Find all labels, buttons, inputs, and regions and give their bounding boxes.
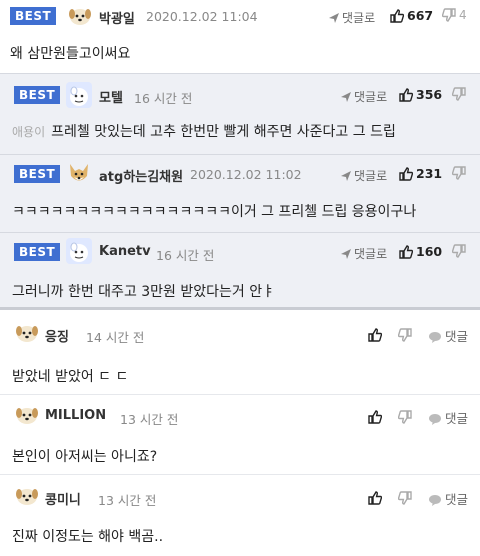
comment-prefix: 애용이 — [12, 125, 46, 139]
comment-nickname[interactable]: 콩미니 — [45, 489, 81, 508]
thumbs-up-icon — [368, 491, 383, 505]
comment-nickname[interactable]: Kanetv — [99, 244, 151, 259]
downvote-button[interactable] — [451, 244, 469, 258]
thumbs-up-icon — [399, 88, 414, 102]
divider — [0, 474, 480, 475]
speech-bubble-icon — [429, 414, 441, 425]
thumbs-down-icon — [451, 166, 466, 180]
thumbs-up-icon — [368, 328, 383, 342]
thumbs-down-icon — [451, 87, 466, 101]
upvote-button[interactable]: 356 — [399, 87, 442, 102]
upvote-button[interactable] — [368, 327, 383, 346]
thumbs-up-icon — [399, 245, 414, 259]
section-divider — [0, 307, 480, 310]
comment-nickname[interactable]: atg하는김채원 — [99, 166, 183, 185]
avatar-puppy-icon — [67, 3, 93, 29]
avatar-puppy-icon — [14, 320, 40, 346]
reply-to-comment-button[interactable]: 댓글로 — [340, 167, 387, 184]
upvote-count: 160 — [416, 244, 443, 259]
comment-text: 받았네 받았어 ㄷ ㄷ — [12, 369, 129, 385]
best-badge: BEST — [14, 165, 61, 183]
reply-label: 댓글로 — [342, 11, 376, 25]
comment-timestamp: 13 시간 전 — [98, 493, 157, 508]
downvote-button[interactable] — [451, 87, 469, 101]
comment-text: ㅋㅋㅋㅋㅋㅋㅋㅋㅋㅋㅋㅋㅋㅋㅋㅋㅋ이거 그 프리첼 드립 응용이구나 — [12, 204, 417, 220]
comment-nickname[interactable]: 모텔 — [99, 87, 123, 106]
comment-text: 애용이 프레첼 맛있는데 고추 한번만 빨게 해주면 사준다고 그 드립 — [12, 124, 396, 140]
downvote-button[interactable] — [397, 327, 412, 346]
comment-nickname[interactable]: 응징 — [45, 326, 69, 345]
reply-button[interactable]: 댓글 — [428, 489, 468, 508]
upvote-button[interactable]: 231 — [399, 166, 442, 181]
upvote-count: 356 — [416, 87, 443, 102]
downvote-button[interactable] — [397, 409, 412, 428]
reply-button[interactable]: 댓글 — [428, 408, 468, 427]
reply-to-comment-button[interactable]: 댓글로 — [340, 245, 387, 262]
reply-label: 댓글 — [445, 411, 469, 426]
comment-timestamp: 14 시간 전 — [86, 330, 145, 345]
avatar-fox-icon — [66, 160, 92, 186]
upvote-count: 667 — [407, 8, 434, 23]
thumbs-up-icon — [368, 410, 383, 424]
thumbs-down-icon — [397, 328, 412, 342]
reply-label: 댓글로 — [354, 90, 388, 104]
send-arrow-icon — [341, 92, 351, 102]
downvote-count: 4 — [459, 8, 467, 22]
avatar-puppy-icon — [14, 402, 40, 428]
thumbs-down-icon — [451, 244, 466, 258]
reply-label: 댓글로 — [354, 247, 388, 261]
comment-text: 왜 삼만원들고이써요 — [10, 46, 131, 62]
comment-text: 진짜 이정도는 해야 백곰.. — [12, 529, 164, 545]
upvote-button[interactable]: 160 — [399, 244, 442, 259]
best-badge: BEST — [14, 86, 61, 104]
comment-text: 본인이 아저씨는 아니죠? — [12, 449, 158, 465]
comment-nickname[interactable]: MILLION — [45, 408, 106, 423]
thumbs-down-icon — [397, 410, 412, 424]
downvote-button[interactable]: 4 — [441, 8, 467, 22]
comment-timestamp: 16 시간 전 — [134, 91, 193, 106]
reply-label: 댓글 — [445, 329, 469, 344]
comment-timestamp: 16 시간 전 — [156, 248, 215, 263]
thumbs-up-icon — [399, 167, 414, 181]
best-badge: BEST — [14, 243, 61, 261]
comment-timestamp: 2020.12.02 11:02 — [190, 167, 302, 182]
divider — [0, 394, 480, 395]
avatar-cartoon-icon — [66, 82, 92, 108]
downvote-button[interactable] — [397, 490, 412, 509]
thumbs-down-icon — [441, 8, 456, 22]
thumbs-down-icon — [397, 491, 412, 505]
avatar-puppy-icon — [14, 483, 40, 509]
speech-bubble-icon — [429, 332, 441, 343]
reply-label: 댓글 — [445, 492, 469, 507]
send-arrow-icon — [341, 249, 351, 259]
upvote-button[interactable]: 667 — [390, 8, 433, 23]
downvote-button[interactable] — [451, 166, 469, 180]
reply-to-comment-button[interactable]: 댓글로 — [328, 9, 375, 26]
speech-bubble-icon — [429, 495, 441, 506]
thumbs-up-icon — [390, 9, 405, 23]
reply-button[interactable]: 댓글 — [428, 326, 468, 345]
upvote-button[interactable] — [368, 409, 383, 428]
reply-to-comment-button[interactable]: 댓글로 — [340, 88, 387, 105]
best-badge: BEST — [10, 7, 57, 25]
avatar-cartoon-icon — [66, 238, 92, 264]
upvote-button[interactable] — [368, 490, 383, 509]
send-arrow-icon — [341, 171, 351, 181]
reply-label: 댓글로 — [354, 169, 388, 183]
comment-text: 그러니까 한번 대주고 3만원 받았다는거 안ㅑ — [12, 284, 275, 300]
send-arrow-icon — [329, 13, 339, 23]
comment-timestamp: 2020.12.02 11:04 — [146, 9, 258, 24]
upvote-count: 231 — [416, 166, 443, 181]
comment-timestamp: 13 시간 전 — [120, 412, 179, 427]
comment-nickname[interactable]: 박광일 — [99, 8, 135, 27]
